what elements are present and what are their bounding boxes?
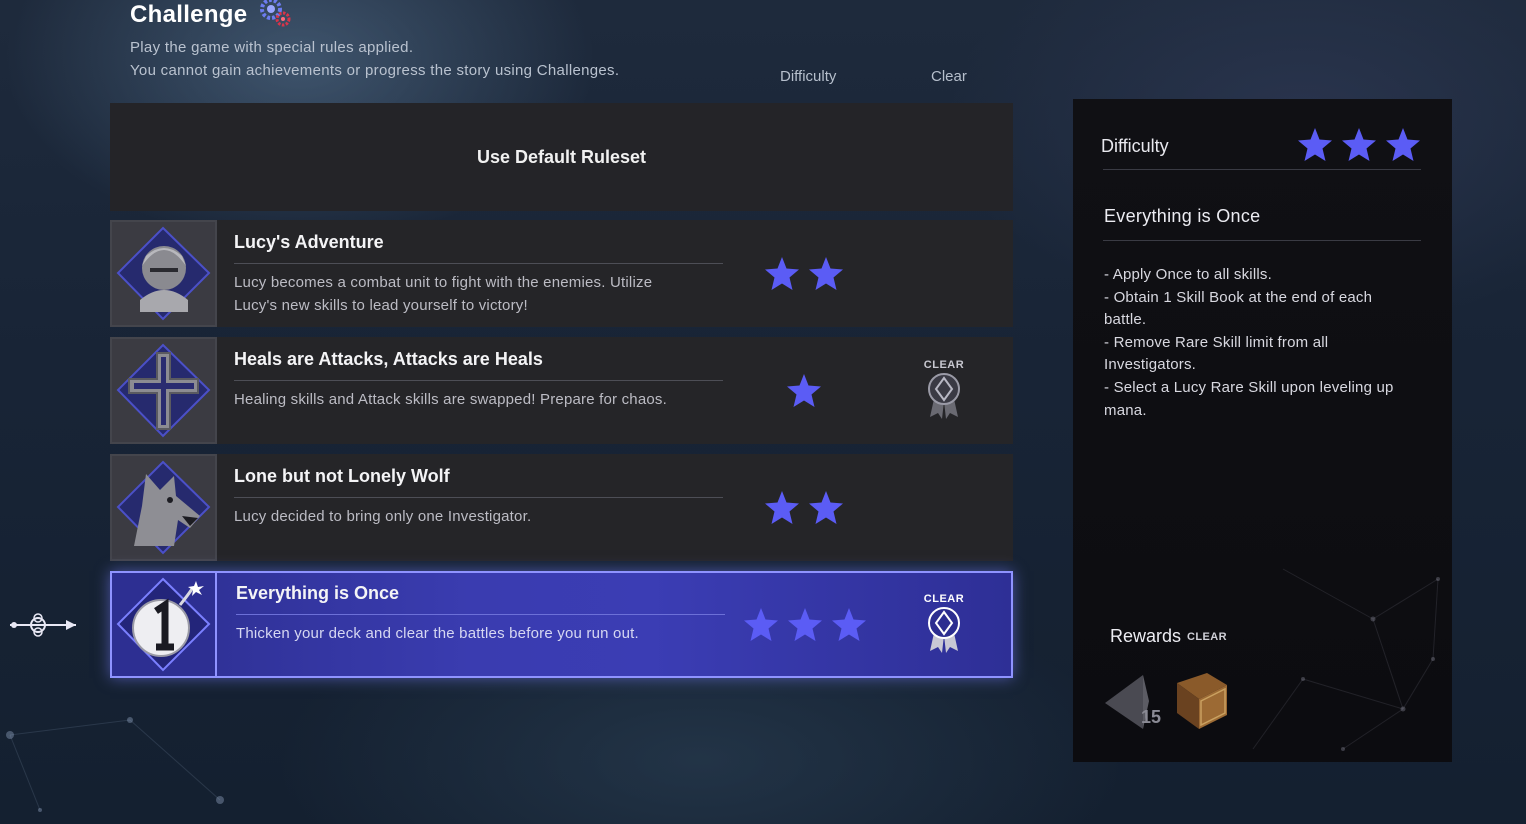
divider [234, 380, 723, 381]
challenge-row-heals-are-attacks[interactable]: Heals are Attacks, Attacks are Heals Hea… [110, 337, 1013, 444]
challenge-description: Thicken your deck and clear the battles … [236, 622, 716, 645]
description-line: Lucy decided to bring only one Investiga… [234, 508, 532, 525]
skill-book-icon [1177, 673, 1227, 729]
challenge-detail-panel: Difficulty Everything is Once - Apply On… [1073, 99, 1452, 762]
star-icon [765, 257, 799, 290]
page-title: Challenge [130, 1, 248, 28]
clear-badge: CLEAR [914, 593, 974, 660]
star-icon [809, 257, 843, 290]
medal-icon [928, 607, 960, 653]
challenge-name: Lucy's Adventure [234, 232, 384, 252]
bomb-number-one-icon [110, 571, 217, 678]
challenge-row-lone-wolf[interactable]: Lone but not Lonely Wolf Lucy decided to… [110, 454, 1013, 561]
star-icon [1298, 128, 1332, 161]
divider [1103, 240, 1421, 241]
rule-item: - Select a Lucy Rare Skill upon leveling… [1104, 378, 1394, 419]
challenge-description: Lucy becomes a combat unit to fight with… [234, 271, 714, 317]
divider [1103, 169, 1421, 170]
detail-challenge-title: Everything is Once [1104, 206, 1261, 226]
constellation-decoration [1252, 568, 1440, 751]
star-icon [1342, 128, 1376, 161]
description-line: Thicken your deck and clear the battles … [236, 625, 639, 642]
default-ruleset-label: Use Default Ruleset [476, 146, 647, 167]
challenge-row-everything-is-once[interactable]: Everything is Once Thicken your deck and… [110, 571, 1013, 678]
use-default-ruleset-button[interactable]: Use Default Ruleset [110, 103, 1013, 211]
rule-item: - Remove Rare Skill limit from all Inves… [1104, 333, 1329, 374]
clear-label: CLEAR [923, 359, 965, 371]
difficulty-stars [764, 256, 844, 292]
rewards-heading: Rewards CLEAR [1110, 626, 1227, 647]
challenge-name: Heals are Attacks, Attacks are Heals [234, 349, 543, 369]
difficulty-stars [764, 490, 844, 526]
wolf-icon [110, 454, 217, 561]
detail-difficulty-label: Difficulty [1101, 136, 1169, 156]
difficulty-column-header: Difficulty [780, 68, 837, 85]
clear-badge: CLEAR [914, 359, 974, 426]
challenge-description: Lucy decided to bring only one Investiga… [234, 505, 714, 528]
subtitle-line-1: Play the game with special rules applied… [130, 39, 414, 56]
gear-icon [255, 0, 295, 34]
cross-icon [110, 337, 217, 444]
rewards-label: Rewards [1110, 626, 1182, 646]
challenge-row-lucys-adventure[interactable]: Lucy's Adventure Lucy becomes a combat u… [110, 220, 1013, 327]
difficulty-stars [786, 373, 822, 409]
description-line: Lucy's new skills to lead yourself to vi… [234, 297, 528, 314]
rewards-clear-tag: CLEAR [1187, 630, 1227, 643]
divider [236, 614, 725, 615]
detail-rules-list: - Apply Once to all skills. - Obtain 1 S… [1104, 264, 1414, 422]
challenge-name: Everything is Once [236, 583, 400, 603]
rule-item: - Apply Once to all skills. [1104, 266, 1272, 283]
description-line: Lucy becomes a combat unit to fight with… [234, 274, 653, 291]
lucy-portrait-icon [110, 220, 217, 327]
header: Challenge Play the game with special rul… [130, 0, 619, 82]
medal-icon [928, 373, 960, 419]
subtitle-line-2: You cannot gain achievements or progress… [130, 62, 620, 79]
reward-item-skill-book [1169, 671, 1233, 736]
challenge-description: Healing skills and Attack skills are swa… [234, 388, 714, 411]
star-icon [788, 608, 822, 641]
reward-count: 15 [1141, 707, 1162, 727]
star-icon [832, 608, 866, 641]
clear-label: CLEAR [923, 593, 965, 605]
challenge-name: Lone but not Lonely Wolf [234, 466, 450, 486]
selection-cursor-icon [8, 608, 80, 647]
divider [234, 497, 723, 498]
difficulty-stars [743, 607, 867, 643]
reward-item-triangle: 15 [1103, 671, 1163, 731]
star-icon [787, 374, 821, 407]
rule-item: - Obtain 1 Skill Book at the end of each… [1104, 288, 1373, 329]
divider [234, 263, 723, 264]
description-line: Healing skills and Attack skills are swa… [234, 391, 668, 408]
clear-column-header: Clear [931, 68, 967, 85]
star-icon [765, 491, 799, 524]
star-icon [809, 491, 843, 524]
detail-difficulty-stars [1297, 127, 1421, 163]
star-icon [1386, 128, 1420, 161]
star-icon [744, 608, 778, 641]
